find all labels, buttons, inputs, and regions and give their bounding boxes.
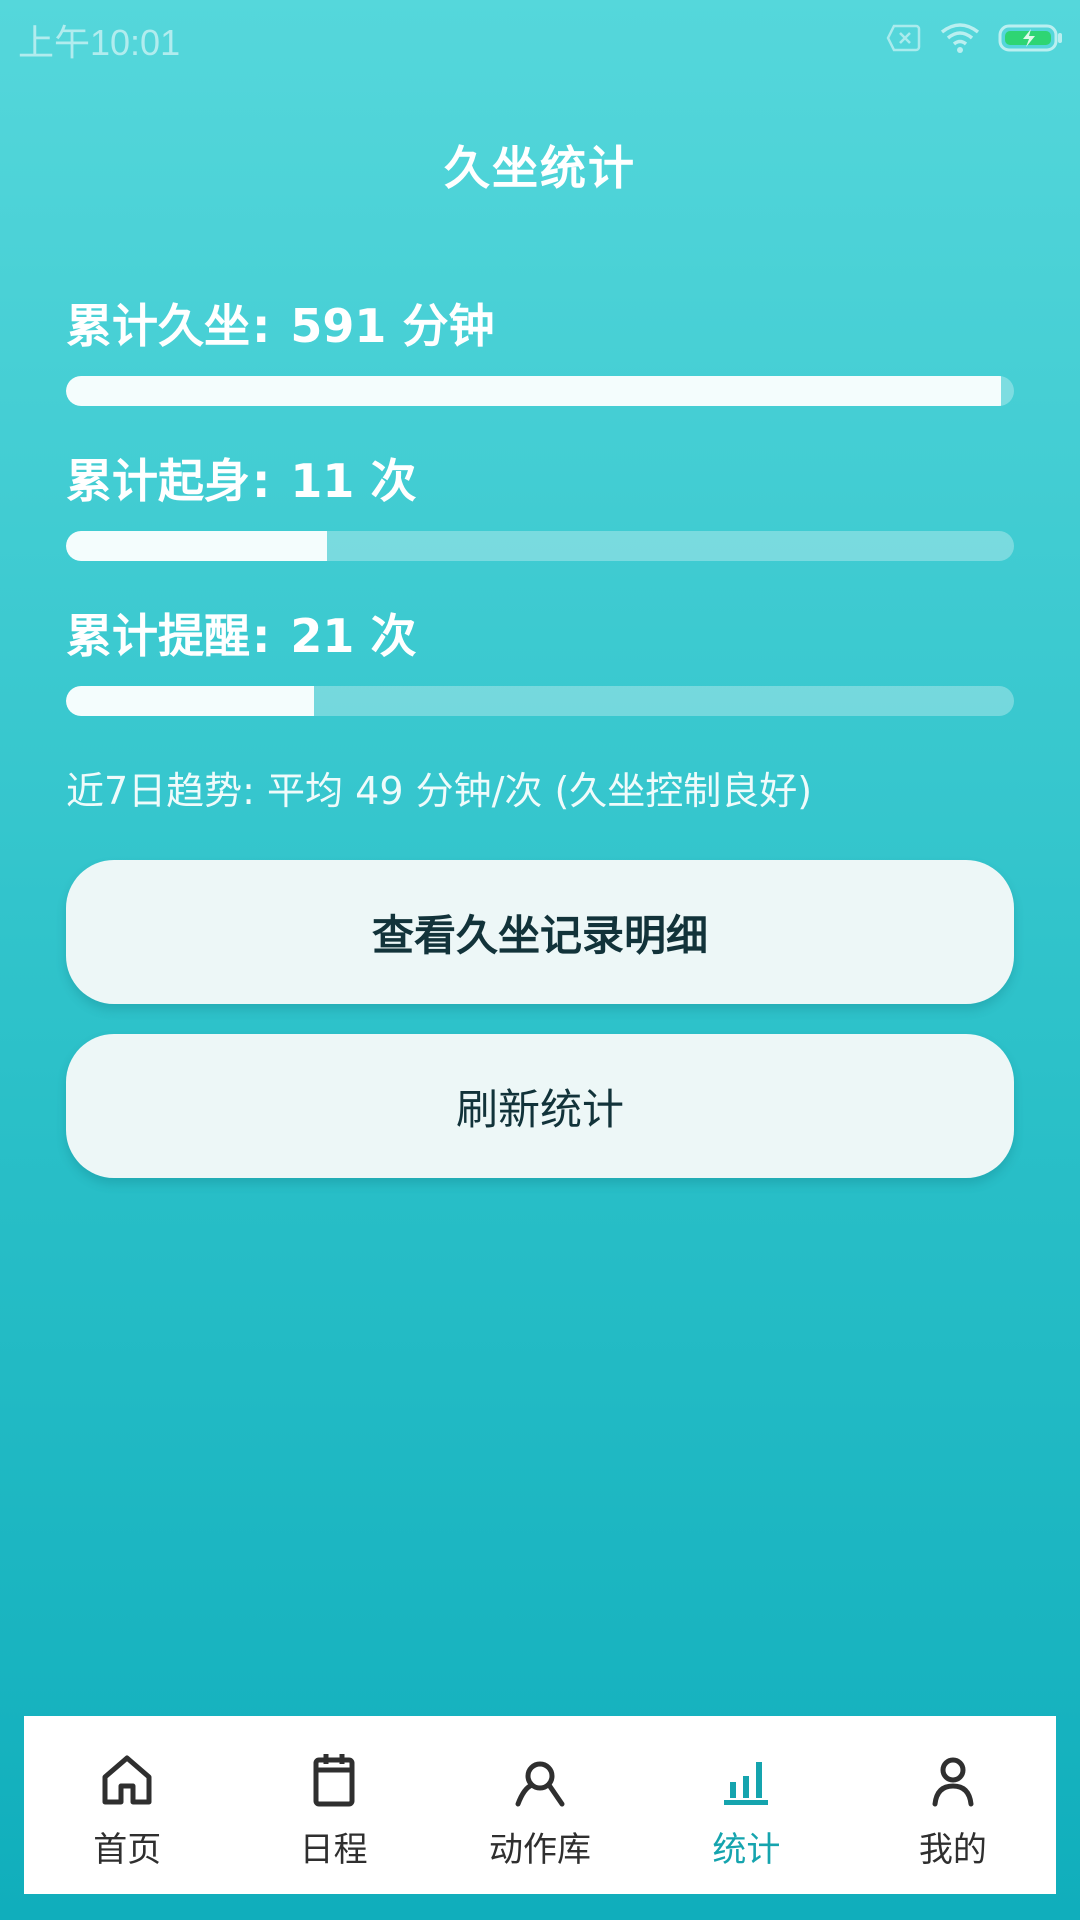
- nav-label-exercise-library: 动作库: [489, 1830, 592, 1870]
- stat-label-total-standups: 累计起身: 11 次: [66, 445, 1014, 511]
- stat-unit: 分钟: [402, 299, 495, 353]
- calendar-icon: [313, 1754, 355, 1807]
- stat-value: 21: [290, 609, 355, 663]
- nav-label-profile: 我的: [918, 1830, 987, 1870]
- nav-label-home: 首页: [93, 1830, 162, 1870]
- status-time: 上午10:01: [18, 22, 181, 63]
- progress-fill: [66, 531, 327, 561]
- stat-label-total-reminders: 累计提醒: 21 次: [66, 600, 1014, 666]
- stat-separator: :: [252, 299, 271, 353]
- nav-item-profile[interactable]: 我的: [850, 1716, 1056, 1894]
- stat-label-total-sitting: 累计久坐: 591 分钟: [66, 290, 1014, 356]
- stat-unit: 次: [370, 609, 417, 663]
- user-icon: [932, 1757, 974, 1807]
- search-person-icon: [515, 1761, 565, 1807]
- home-icon: [102, 1755, 152, 1805]
- bottom-nav: 首页 日程 动作库 统计 我的: [24, 1716, 1056, 1894]
- stat-total-reminders: 累计提醒: 21 次: [66, 600, 1014, 716]
- stat-separator: :: [252, 454, 271, 508]
- wifi-icon: [940, 23, 980, 53]
- progress-fill: [66, 376, 1001, 406]
- progress-bar-total-sitting: [66, 376, 1014, 406]
- progress-bar-total-reminders: [66, 686, 1014, 716]
- nav-label-statistics: 统计: [712, 1830, 781, 1870]
- refresh-stats-button[interactable]: 刷新统计: [66, 1034, 1014, 1178]
- nav-label-schedule: 日程: [299, 1830, 368, 1870]
- stat-value: 11: [290, 454, 355, 508]
- stat-value: 591: [290, 299, 387, 353]
- progress-fill: [66, 686, 315, 716]
- stat-separator: :: [252, 609, 271, 663]
- stat-title: 累计提醒: [66, 609, 250, 663]
- nav-item-home[interactable]: 首页: [24, 1716, 230, 1894]
- nav-item-statistics[interactable]: 统计: [643, 1716, 849, 1894]
- view-details-button[interactable]: 查看久坐记录明细: [66, 860, 1014, 1004]
- stat-title: 累计久坐: [66, 299, 250, 353]
- progress-bar-total-standups: [66, 531, 1014, 561]
- sim-x-icon: [886, 24, 921, 52]
- stat-total-sitting: 累计久坐: 591 分钟: [66, 290, 1014, 406]
- page-title: 久坐统计: [444, 141, 636, 195]
- stat-title: 累计起身: [66, 454, 250, 508]
- stat-unit: 次: [370, 454, 417, 508]
- trend-summary: 近7日趋势: 平均 49 分钟/次 (久坐控制良好): [66, 769, 813, 813]
- bar-chart-icon: [724, 1762, 769, 1805]
- status-bar: 上午10:01: [0, 0, 1080, 78]
- stat-total-standups: 累计起身: 11 次: [66, 445, 1014, 561]
- nav-item-exercise-library[interactable]: 动作库: [437, 1716, 643, 1894]
- nav-item-schedule[interactable]: 日程: [230, 1716, 436, 1894]
- battery-charging-icon: [998, 24, 1062, 52]
- status-icons: [886, 18, 1064, 58]
